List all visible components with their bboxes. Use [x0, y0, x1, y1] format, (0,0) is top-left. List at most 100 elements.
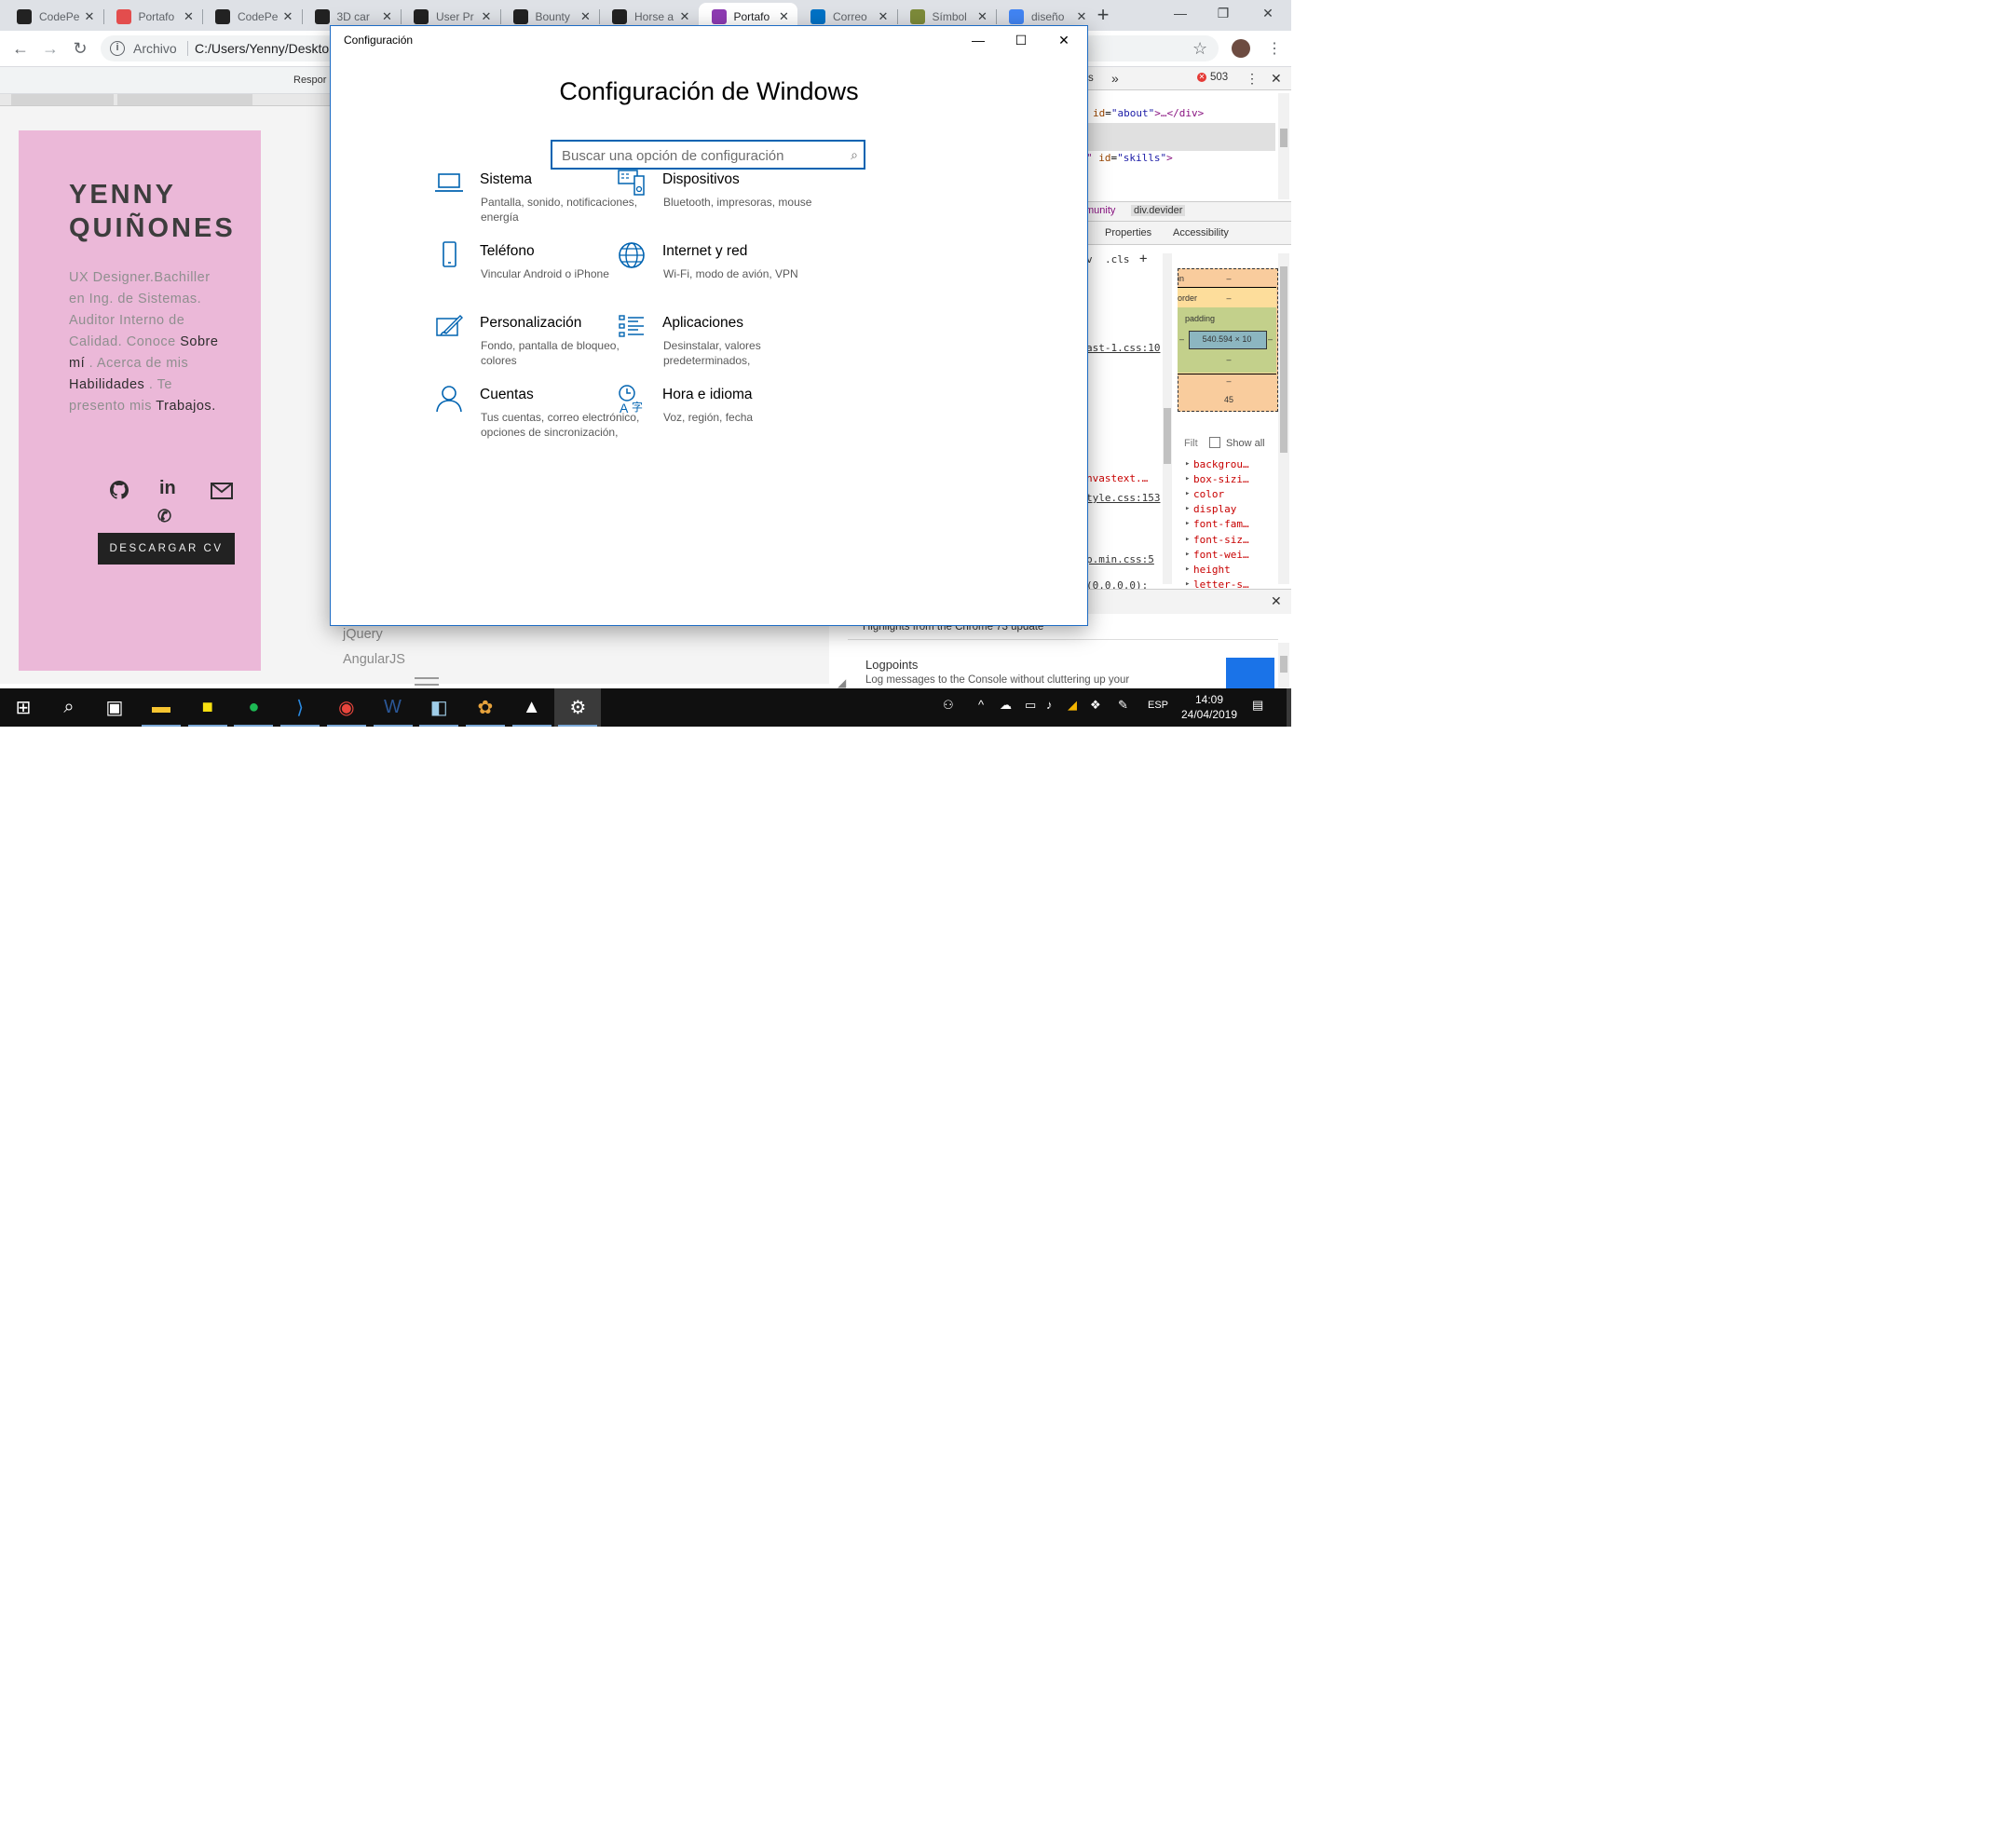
border-bottom-value[interactable]: – — [1179, 376, 1278, 386]
source-link[interactable]: nvastext.… — [1086, 472, 1148, 484]
selected-html-line[interactable] — [1082, 123, 1275, 151]
devtools-menu-icon[interactable]: ⋮ — [1246, 71, 1259, 87]
forward-arrow-icon[interactable]: → — [39, 38, 61, 59]
skills-link[interactable]: Habilidades — [69, 377, 144, 392]
computed-prop[interactable]: display — [1185, 503, 1236, 515]
onedrive-icon[interactable]: ☁ — [1000, 698, 1012, 713]
taskbar-button[interactable]: ⟩ — [277, 688, 323, 727]
settings-category-dispositivos[interactable]: Dispositivos Bluetooth, impresoras, mouse — [616, 168, 839, 242]
taskbar-button[interactable]: ◧ — [415, 688, 462, 727]
close-button[interactable]: ✕ — [1042, 26, 1085, 54]
scrollbar-thumb[interactable] — [1164, 408, 1171, 464]
volume-icon[interactable]: ♪ — [1046, 698, 1053, 712]
tab-close-icon[interactable]: ✕ — [1074, 9, 1089, 24]
computed-prop[interactable]: font-wei… — [1185, 549, 1249, 561]
tab-close-icon[interactable]: ✕ — [579, 9, 593, 24]
minimize-window-button[interactable]: — — [1159, 0, 1202, 28]
taskbar-button[interactable]: ⊞ — [0, 688, 47, 727]
source-link[interactable]: ast-1.css:10 — [1086, 342, 1160, 354]
styles-scrollbar[interactable] — [1163, 253, 1172, 584]
tab-close-icon[interactable]: ✕ — [777, 9, 792, 24]
padding-bottom-value[interactable]: – — [1179, 355, 1278, 364]
tab-close-icon[interactable]: ✕ — [380, 9, 395, 24]
maximize-button[interactable]: ☐ — [1000, 26, 1042, 54]
tab-close-icon[interactable]: ✕ — [182, 9, 197, 24]
filter-input[interactable]: Filt — [1184, 438, 1198, 449]
close-drawer-icon[interactable]: ✕ — [1271, 593, 1282, 609]
notifications-icon[interactable]: ▤ — [1252, 698, 1263, 713]
computed-prop[interactable]: height — [1185, 564, 1231, 576]
margin-bottom-value[interactable]: 45 — [1179, 395, 1278, 404]
download-cv-button[interactable]: DESCARGAR CV — [98, 533, 235, 565]
tab-close-icon[interactable]: ✕ — [975, 9, 990, 24]
browser-tab[interactable]: CodePe ✕ — [202, 3, 301, 31]
pen-icon[interactable]: ✎ — [1118, 698, 1128, 713]
tab-accessibility[interactable]: Accessibility — [1173, 227, 1229, 238]
computed-prop[interactable]: box-sizi… — [1185, 473, 1249, 485]
scrollbar-thumb[interactable] — [1280, 656, 1287, 673]
computed-prop[interactable]: backgrou… — [1185, 458, 1249, 470]
github-icon[interactable] — [110, 481, 129, 499]
padding-left-value[interactable]: – — [1179, 334, 1184, 344]
show-hidden-icons-chevron[interactable]: ^ — [978, 698, 984, 712]
settings-category-internet-y-red[interactable]: Internet y red Wi-Fi, modo de avión, VPN — [616, 239, 839, 314]
search-icon[interactable]: ⌕ — [851, 147, 858, 163]
show-desktop-button[interactable] — [1287, 688, 1291, 727]
taskbar-button[interactable]: ✿ — [462, 688, 509, 727]
breadcrumb-item[interactable]: munity — [1085, 205, 1115, 216]
taskbar-button[interactable]: ▣ — [91, 688, 138, 727]
language-indicator[interactable]: ESP — [1148, 700, 1168, 711]
settings-search-input[interactable] — [552, 142, 852, 170]
border-top-value[interactable]: – — [1179, 293, 1278, 303]
tab-close-icon[interactable]: ✕ — [876, 9, 891, 24]
taskbar-button[interactable]: ▬ — [138, 688, 184, 727]
taskbar-button[interactable]: W — [370, 688, 416, 727]
tab-close-icon[interactable]: ✕ — [82, 9, 97, 24]
tab-close-icon[interactable]: ✕ — [677, 9, 692, 24]
drawer-scrollbar[interactable] — [1278, 643, 1289, 687]
restore-window-button[interactable]: ❐ — [1202, 0, 1245, 28]
resize-handle[interactable] — [415, 677, 439, 686]
margin-top-value[interactable]: – — [1179, 274, 1278, 283]
new-rule-button[interactable]: + — [1139, 252, 1147, 266]
more-tabs-icon[interactable]: » — [1111, 71, 1119, 86]
ruler-segment[interactable] — [117, 94, 252, 105]
cls-toggle[interactable]: .cls — [1105, 253, 1130, 265]
profile-avatar[interactable] — [1232, 39, 1250, 58]
close-window-button[interactable]: ✕ — [1246, 0, 1289, 28]
settings-category-aplicaciones[interactable]: Aplicaciones Desinstalar, valores predete… — [616, 311, 839, 386]
source-link[interactable]: p.min.css:5 — [1086, 553, 1154, 565]
elements-scrollbar[interactable] — [1278, 93, 1289, 199]
minimize-button[interactable]: — — [957, 26, 1000, 54]
tab-close-icon[interactable]: ✕ — [280, 9, 295, 24]
taskbar-clock[interactable]: 14:09 24/04/2019 — [1172, 692, 1246, 722]
resize-corner-icon[interactable]: ◢ — [838, 676, 846, 689]
tab-properties[interactable]: Properties — [1105, 227, 1151, 238]
computed-prop[interactable]: color — [1185, 488, 1224, 500]
dropbox-icon[interactable]: ❖ — [1090, 698, 1101, 713]
html-line-about[interactable]: id="about">…</div> — [1093, 107, 1204, 119]
back-arrow-icon[interactable]: ← — [9, 38, 32, 59]
taskbar-button[interactable]: ◉ — [323, 688, 370, 727]
breadcrumb-item[interactable]: div.devider — [1131, 205, 1186, 216]
address-url[interactable]: C:/Users/Yenny/Deskto — [195, 41, 329, 56]
reload-icon[interactable]: ↻ — [69, 38, 91, 59]
taskbar-button[interactable]: ● — [230, 688, 277, 727]
phone-icon[interactable]: ✆ — [157, 507, 171, 526]
taskbar-button[interactable]: ⚙ — [554, 688, 602, 727]
network-icon[interactable]: ◢ — [1068, 698, 1077, 713]
show-all-checkbox[interactable] — [1209, 437, 1220, 448]
mail-icon[interactable] — [211, 483, 233, 499]
bookmark-star-icon[interactable]: ☆ — [1192, 39, 1207, 59]
ruler-segment[interactable] — [11, 94, 114, 105]
computed-prop[interactable]: font-fam… — [1185, 518, 1249, 530]
new-tab-button[interactable]: + — [1092, 4, 1114, 26]
settings-search-box[interactable]: ⌕ — [551, 140, 865, 170]
error-count[interactable]: 503 — [1210, 72, 1228, 83]
battery-icon[interactable]: ▭ — [1025, 698, 1036, 713]
browser-tab[interactable]: CodePe ✕ — [4, 3, 102, 31]
source-link[interactable]: tyle.css:153 — [1086, 492, 1160, 504]
taskbar-button[interactable]: ■ — [184, 688, 231, 727]
taskbar-button[interactable]: ⌕ — [46, 688, 92, 727]
padding-right-value[interactable]: – — [1268, 334, 1273, 344]
